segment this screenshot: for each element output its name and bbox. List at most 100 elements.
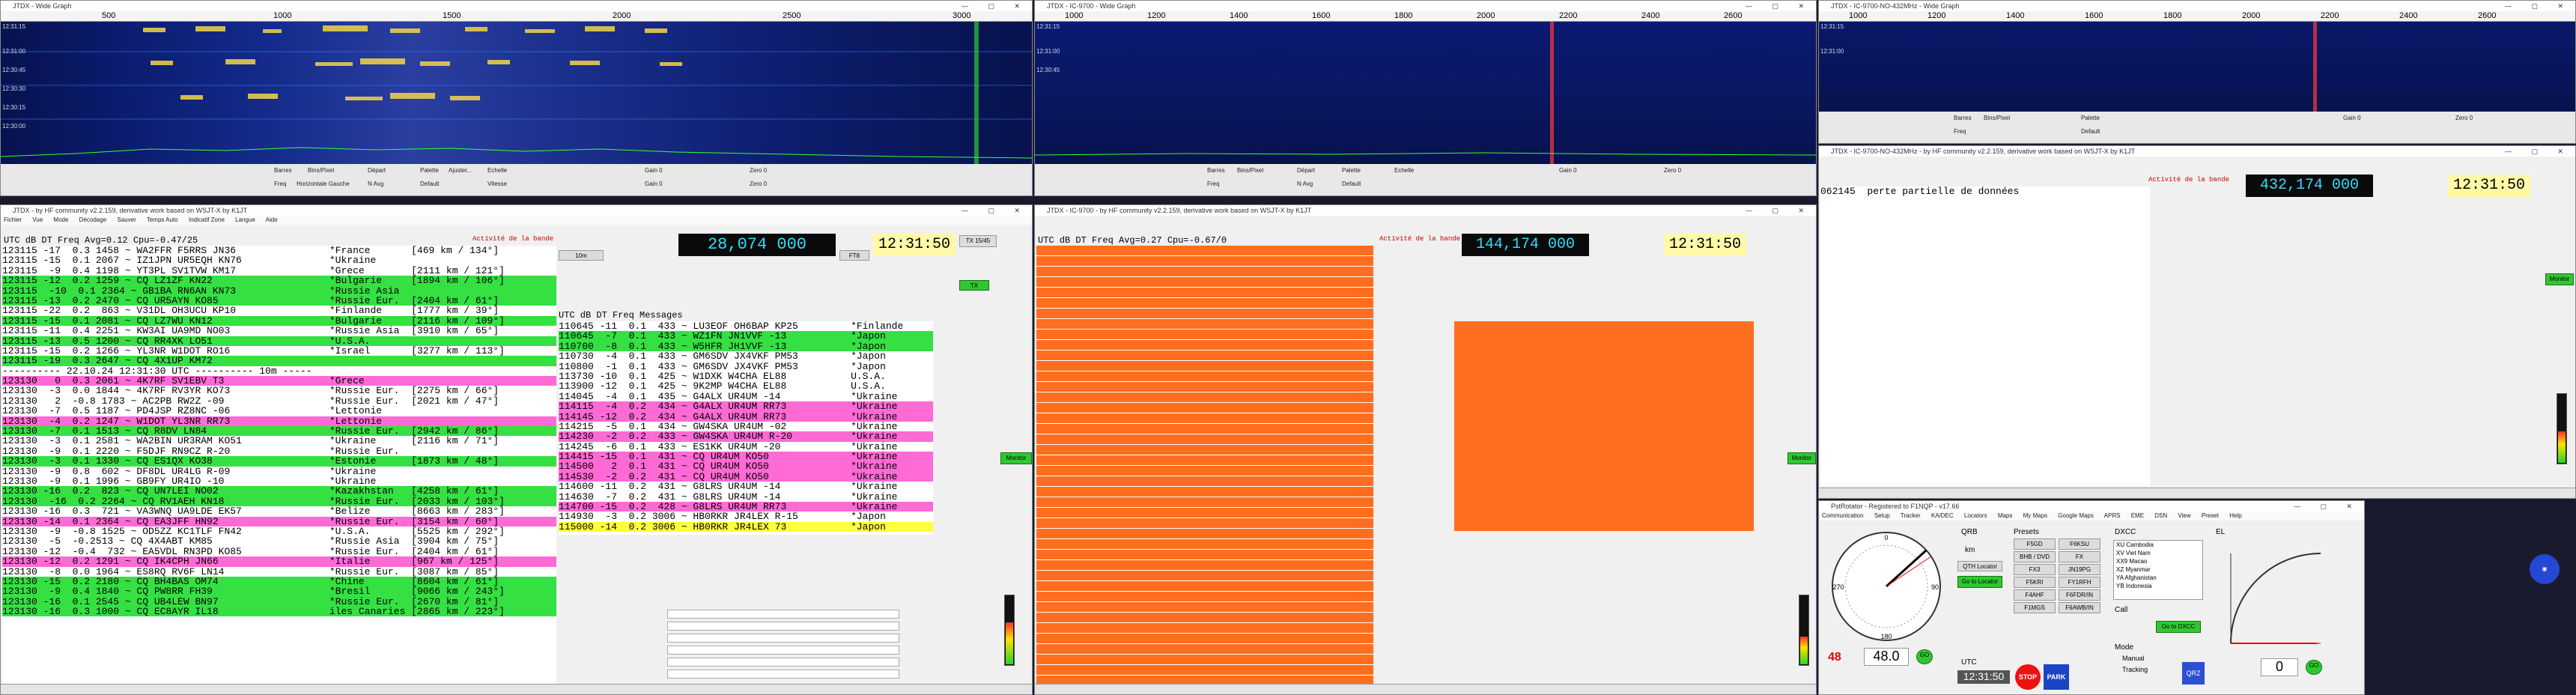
decode-row[interactable]: 123115 -11 0.4 2251 ~ KW3AI UA9MD NO03 *… xyxy=(2,326,556,336)
decode-row[interactable]: 123115 -19 0.3 2647 ~ CQ 4X1UP KM72 xyxy=(2,356,556,366)
decode-row[interactable]: 123130 -16 0.3 721 ~ VA3WNQ UA9LDE EK57 … xyxy=(2,506,556,517)
decode-row[interactable]: 123115 -13 0.5 1200 ~ CQ RR4XK LO51 *U.S… xyxy=(2,336,556,346)
go-elevation-button[interactable]: GO xyxy=(2306,660,2322,675)
menu-item[interactable]: Communication xyxy=(1822,512,1864,519)
decode-row[interactable]: 123130 -3 0.1 2581 ~ WA2BIN UR3RAM KO51 … xyxy=(2,436,556,446)
decode-row[interactable]: 114045 -4 0.1 435 ~ G4ALX UR4UM -14 *Ukr… xyxy=(559,391,933,401)
decode-row[interactable]: 123130 -7 0.5 1187 ~ PD4JSP RZ8NC -06 *L… xyxy=(2,406,556,416)
stop-button[interactable]: STOP xyxy=(2015,664,2041,690)
decode-row[interactable]: 123130 -5 -0.2513 ~ CQ 4X4ABT KM85 *Russ… xyxy=(2,536,556,547)
bars-checkbox[interactable]: Barres xyxy=(274,167,292,174)
preset-button[interactable]: F6FDR/IN xyxy=(2059,589,2100,601)
decode-row[interactable]: 123130 -9 0.1 2220 ~ F5DJF RN9CZ R-20 *R… xyxy=(2,446,556,456)
default-dropdown[interactable]: Default xyxy=(1342,180,1361,187)
menu-item[interactable]: Setup xyxy=(1874,512,1890,519)
decode-row[interactable]: 123115 -10 0.1 2364 ~ GB1BA RN6AN KN73 *… xyxy=(2,285,556,296)
decode-row[interactable]: 114700 -15 0.2 428 ~ G8LRS UR4UM RR73 *U… xyxy=(559,502,933,512)
decode-row[interactable]: 114600 -11 0.2 431 ~ G8LRS UR4UM -14 *Uk… xyxy=(559,482,933,492)
tx-enable-button[interactable]: TX xyxy=(959,280,989,291)
desktop-tray-icon[interactable]: ◉ xyxy=(2530,554,2560,584)
menu-item[interactable]: View xyxy=(2178,512,2190,519)
bars-checkbox[interactable]: Barres xyxy=(1954,115,1972,121)
default-dropdown[interactable]: Default xyxy=(2081,128,2100,135)
decode-row[interactable]: 123115 -15 0.2 1266 ~ YL3NR W1DOT RO16 *… xyxy=(2,346,556,356)
decode-row[interactable]: 123130 -12 -0.4 732 ~ EA5VDL RN3PD KO85 … xyxy=(2,546,556,556)
menu-item[interactable]: Google Maps xyxy=(2058,512,2094,519)
decode-row[interactable]: 115000 -14 0.2 3006 ~ HB0RKR JR4LEX 73 *… xyxy=(559,521,933,532)
rx-frequency-list[interactable] xyxy=(1454,321,1754,531)
dxcc-item[interactable]: YB Indonesia xyxy=(2114,582,2202,590)
zero-slider[interactable]: Zero 0 xyxy=(1664,167,1681,174)
dxcc-item[interactable]: XV Viet Nam xyxy=(2114,549,2202,557)
start-spinbox[interactable]: Départ xyxy=(1297,167,1315,174)
window-controls[interactable]: — ▢ ✕ xyxy=(962,1,1029,11)
decode-row[interactable]: 123130 -15 0.2 2180 ~ CQ BH4BAS OM74 *Ch… xyxy=(2,576,556,586)
preset-button[interactable]: FX3 xyxy=(2014,564,2056,575)
menu-item[interactable]: Maps xyxy=(1998,512,2013,519)
menu-item[interactable]: Fichier xyxy=(4,216,22,223)
dxcc-item[interactable]: XX9 Macao xyxy=(2114,557,2202,565)
decode-row[interactable]: 123130 -16 0.3 1000 ~ CQ EC8AYR IL18 ile… xyxy=(2,607,556,616)
menu-item[interactable]: My Maps xyxy=(2023,512,2047,519)
menu-item[interactable]: Indicatif Zone xyxy=(189,216,225,223)
decode-row[interactable]: 113900 -12 0.1 425 ~ 9K2MP W4CHA EL88 U.… xyxy=(559,381,933,392)
gain-slider[interactable]: Gain 0 xyxy=(1559,167,1577,174)
window-controls[interactable]: — ▢ ✕ xyxy=(1746,1,1813,11)
menu-item[interactable]: Temps Auto xyxy=(147,216,178,223)
decode-row[interactable]: 114500 2 0.1 431 ~ CQ UR4UM KO50 *Ukrain… xyxy=(559,461,933,472)
waterfall-display[interactable]: 12:31:15 12:31:00 xyxy=(1819,22,2575,112)
go-to-locator-button[interactable]: Go to Locator xyxy=(1957,576,2002,588)
start-spinbox[interactable]: Départ xyxy=(368,167,386,174)
tx-message-5[interactable] xyxy=(667,658,899,667)
zero-slider[interactable]: Zero 0 xyxy=(750,167,767,174)
decode-row[interactable]: 123130 -14 0.1 2364 ~ CQ EA3JFF HN92 *Ru… xyxy=(2,516,556,526)
ref-dropdown[interactable]: Horizontale Gauche xyxy=(297,180,350,187)
monitor-button[interactable]: Monitor xyxy=(2545,273,2574,285)
decode-row[interactable]: 110800 -1 0.1 433 ~ GM6SDV JX4VKF PM53 *… xyxy=(559,361,933,371)
preset-button[interactable]: F5GD xyxy=(2014,538,2056,550)
decode-row[interactable]: 123130 2 -0.8 1783 ~ AC2PB RW2Z -09 *Rus… xyxy=(2,395,556,406)
waterfall-display[interactable]: 12:31:15 12:31:00 12:30:45 xyxy=(1035,22,1816,166)
rx-frequency-list[interactable]: 110645 -11 0.1 433 ~ LU3EOF OH6BAP KP25 … xyxy=(559,321,933,535)
decode-row[interactable]: 114630 -7 0.2 431 ~ G8LRS UR4UM -14 *Ukr… xyxy=(559,491,933,502)
preset-button[interactable]: F6KSU xyxy=(2059,538,2100,550)
window-controls[interactable]: — ▢ ✕ xyxy=(2294,501,2361,512)
decode-row[interactable]: 123130 -7 0.1 1513 ~ CQ R8DV LN84 *Russi… xyxy=(2,426,556,436)
decode-row[interactable]: 110645 -7 0.1 433 ~ WZ1FN JN1VVF -13 *Ja… xyxy=(559,331,933,342)
menu-item[interactable]: Langue xyxy=(235,216,255,223)
monitor-button[interactable]: Monitor xyxy=(1000,452,1032,464)
decode-row[interactable]: 113730 -10 0.1 425 ~ W1DXK W4CHA EL88 U.… xyxy=(559,371,933,382)
qrz-icon[interactable]: QRZ xyxy=(2182,662,2205,685)
default-dropdown[interactable]: Default xyxy=(420,180,439,187)
tx-message-2[interactable] xyxy=(667,622,899,631)
gain-slider-2[interactable]: Gain 0 xyxy=(645,180,663,187)
gain-slider[interactable]: Gain 0 xyxy=(2343,115,2361,121)
decode-row[interactable]: 123130 -3 0.0 1844 ~ 4K7RF RV3YR KO73 *R… xyxy=(2,386,556,396)
decode-row[interactable]: 114245 -6 0.1 433 ~ ES1KK UR4UM -20 *Ukr… xyxy=(559,441,933,452)
menu-item[interactable]: Locators xyxy=(1964,512,1987,519)
preset-button[interactable]: F6AWB/IN xyxy=(2059,602,2100,613)
preset-button[interactable]: FY1RFH xyxy=(2059,577,2100,588)
navg-spinbox[interactable]: N Avg xyxy=(1297,180,1313,187)
menu-item[interactable]: Aide xyxy=(266,216,278,223)
tx-period-button[interactable]: TX 15/45 xyxy=(959,235,997,247)
mode-select[interactable]: FT8 xyxy=(839,250,869,261)
decode-row[interactable]: 110700 -8 0.1 433 ~ W5HFR JH1VVF -13 *Ja… xyxy=(559,341,933,351)
band-activity-list[interactable] xyxy=(1036,246,1373,688)
tracking-radio[interactable]: Tracking xyxy=(2122,666,2148,673)
decode-row[interactable]: 123130 -16 0.2 823 ~ CQ UN7LEI NO02 *Kaz… xyxy=(2,486,556,497)
decode-row[interactable]: 123115 -13 0.2 2470 ~ CQ UR5AYN KO85 *Ru… xyxy=(2,296,556,306)
tx-message-1[interactable] xyxy=(667,610,899,619)
decode-row[interactable]: 114145 -12 0.2 434 ~ G4ALX UR4UM RR73 *U… xyxy=(559,411,933,422)
menu-item[interactable]: Preset xyxy=(2202,512,2219,519)
decode-row[interactable]: 123115 -12 0.2 1259 ~ CQ LZ1ZF KN22 *Bul… xyxy=(2,276,556,286)
preset-button[interactable]: FX xyxy=(2059,551,2100,562)
decode-row[interactable]: 114530 -2 0.2 431 ~ CQ UR4UM KO50 *Ukrai… xyxy=(559,471,933,482)
decode-row[interactable]: 123115 -15 0.1 2067 ~ IZ1JPN UR5EQH KN76… xyxy=(2,255,556,266)
decode-row[interactable]: ---------- 22.10.24 12:31:30 UTC -------… xyxy=(2,365,556,376)
park-button[interactable]: PARK xyxy=(2044,664,2069,690)
dxcc-item[interactable]: XZ Myanmar xyxy=(2114,565,2202,574)
decode-row[interactable]: 123130 -9 -0.8 1525 ~ OD5ZZ KC1TLF FN42 … xyxy=(2,526,556,537)
window-controls[interactable]: — ▢ ✕ xyxy=(962,205,1029,216)
menu-item[interactable]: APRS xyxy=(2104,512,2121,519)
